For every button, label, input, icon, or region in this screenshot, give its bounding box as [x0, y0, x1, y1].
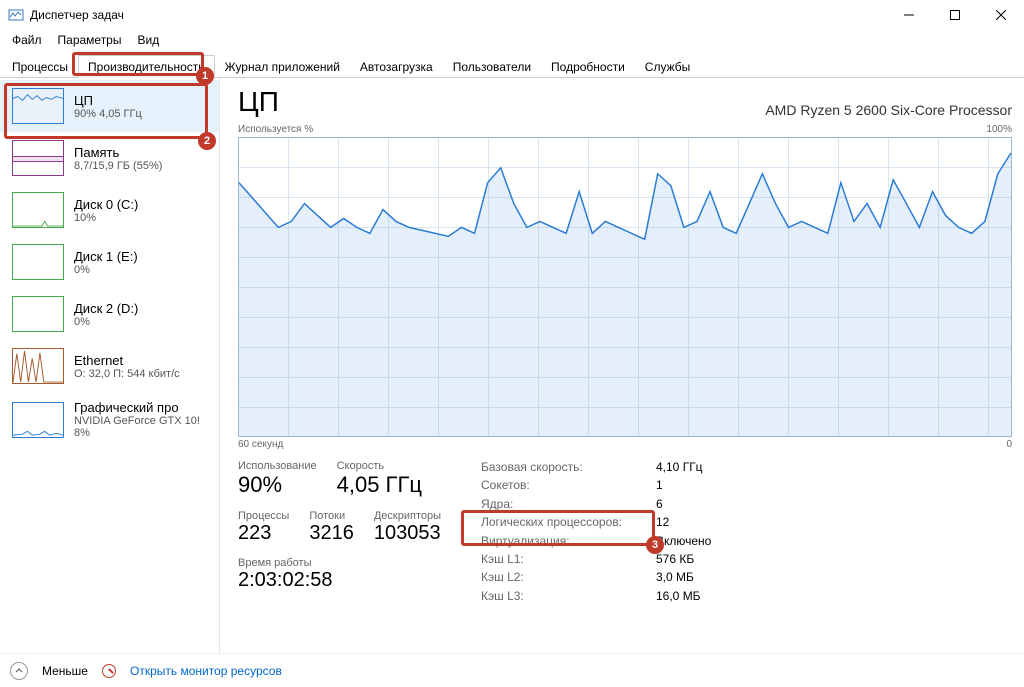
- cores-key: Ядра:: [481, 497, 656, 512]
- chart-ymax: 100%: [986, 124, 1012, 135]
- disk1-mini-chart-icon: [12, 244, 64, 280]
- collapse-chevron-icon[interactable]: [10, 662, 28, 680]
- stats-right: Базовая скорость:4,10 ГГц Сокетов:1 Ядра…: [481, 460, 746, 604]
- resource-monitor-icon: [102, 664, 116, 678]
- titlebar: Диспетчер задач: [0, 0, 1024, 30]
- sidebar-item-disk2[interactable]: Диск 2 (D:) 0%: [0, 288, 219, 340]
- sidebar-item-cpu[interactable]: ЦП 90% 4,05 ГГц: [0, 80, 219, 132]
- chart-xlabel-left: 60 секунд: [238, 439, 283, 450]
- page-title: ЦП: [238, 86, 279, 118]
- menu-options[interactable]: Параметры: [52, 31, 128, 49]
- sidebar-eth-sub: О: 32,0 П: 544 кбит/с: [74, 368, 180, 380]
- handles-label: Дескрипторы: [374, 510, 441, 522]
- virtualization-key: Виртуализация:: [481, 534, 656, 549]
- sidebar-disk1-title: Диск 1 (E:): [74, 249, 138, 264]
- sidebar-gpu-sub2: 8%: [74, 427, 200, 439]
- speed-label: Скорость: [337, 460, 422, 472]
- minimize-button[interactable]: [886, 0, 932, 30]
- threads-label: Потоки: [309, 510, 354, 522]
- footer: Меньше Открыть монитор ресурсов: [0, 653, 1024, 687]
- window-controls: [886, 0, 1024, 30]
- tab-users[interactable]: Пользователи: [443, 55, 541, 78]
- chart-xlabel-right: 0: [1006, 439, 1012, 450]
- usage-value: 90%: [238, 472, 317, 498]
- usage-label: Использование: [238, 460, 317, 472]
- sidebar-item-gpu[interactable]: Графический про NVIDIA GeForce GTX 10! 8…: [0, 392, 219, 447]
- app-icon: [8, 7, 24, 23]
- cache-l3-key: Кэш L3:: [481, 589, 656, 604]
- ethernet-mini-chart-icon: [12, 348, 64, 384]
- disk2-mini-chart-icon: [12, 296, 64, 332]
- sidebar: ЦП 90% 4,05 ГГц Память 8,7/15,9 ГБ (55%)…: [0, 78, 220, 654]
- sidebar-cpu-title: ЦП: [74, 93, 142, 108]
- uptime-label: Время работы: [238, 557, 333, 569]
- cache-l2-val: 3,0 МБ: [656, 570, 746, 585]
- base-speed-val: 4,10 ГГц: [656, 460, 746, 475]
- main-panel: ЦП AMD Ryzen 5 2600 Six-Core Processor И…: [220, 78, 1024, 654]
- fewer-details-button[interactable]: Меньше: [42, 664, 88, 678]
- sidebar-disk2-sub: 0%: [74, 316, 138, 328]
- chart-ylabel: Используется %: [238, 124, 313, 135]
- sidebar-eth-title: Ethernet: [74, 353, 180, 368]
- handles-value: 103053: [374, 522, 441, 545]
- content: ЦП 90% 4,05 ГГц Память 8,7/15,9 ГБ (55%)…: [0, 78, 1024, 654]
- sidebar-mem-sub: 8,7/15,9 ГБ (55%): [74, 160, 162, 172]
- sidebar-item-disk0[interactable]: Диск 0 (C:) 10%: [0, 184, 219, 236]
- callout-badge-1: 1: [196, 67, 214, 85]
- close-button[interactable]: [978, 0, 1024, 30]
- sidebar-item-memory[interactable]: Память 8,7/15,9 ГБ (55%): [0, 132, 219, 184]
- sidebar-gpu-sub: NVIDIA GeForce GTX 10!: [74, 415, 200, 427]
- cache-l1-key: Кэш L1:: [481, 552, 656, 567]
- virtualization-val: Включено: [656, 534, 746, 549]
- sockets-val: 1: [656, 478, 746, 493]
- base-speed-key: Базовая скорость:: [481, 460, 656, 475]
- window-title: Диспетчер задач: [30, 8, 124, 22]
- tab-processes[interactable]: Процессы: [2, 55, 78, 78]
- memory-mini-chart-icon: [12, 140, 64, 176]
- sidebar-item-disk1[interactable]: Диск 1 (E:) 0%: [0, 236, 219, 288]
- cpu-mini-chart-icon: [12, 88, 64, 124]
- open-resource-monitor-link[interactable]: Открыть монитор ресурсов: [130, 664, 282, 678]
- sidebar-gpu-title: Графический про: [74, 400, 200, 415]
- sidebar-mem-title: Память: [74, 145, 162, 160]
- processes-label: Процессы: [238, 510, 289, 522]
- disk0-mini-chart-icon: [12, 192, 64, 228]
- cpu-usage-chart[interactable]: [238, 137, 1012, 437]
- processes-value: 223: [238, 522, 289, 545]
- sidebar-cpu-sub: 90% 4,05 ГГц: [74, 108, 142, 120]
- sidebar-disk0-sub: 10%: [74, 212, 138, 224]
- tab-performance[interactable]: Производительность: [78, 55, 214, 78]
- tabs: Процессы Производительность Журнал прило…: [0, 52, 1024, 78]
- maximize-button[interactable]: [932, 0, 978, 30]
- uptime-value: 2:03:02:58: [238, 569, 333, 592]
- logical-proc-val: 12: [656, 515, 746, 530]
- stats: Использование90% Скорость4,05 ГГц Процес…: [238, 460, 1012, 604]
- callout-badge-3: 3: [646, 536, 664, 554]
- cache-l1-val: 576 КБ: [656, 552, 746, 567]
- cpu-model: AMD Ryzen 5 2600 Six-Core Processor: [765, 102, 1012, 118]
- sidebar-disk0-title: Диск 0 (C:): [74, 197, 138, 212]
- tab-details[interactable]: Подробности: [541, 55, 635, 78]
- sidebar-disk1-sub: 0%: [74, 264, 138, 276]
- tab-startup[interactable]: Автозагрузка: [350, 55, 443, 78]
- callout-badge-2: 2: [198, 132, 216, 150]
- tab-services[interactable]: Службы: [635, 55, 700, 78]
- tab-apphistory[interactable]: Журнал приложений: [215, 55, 350, 78]
- logical-proc-key: Логических процессоров:: [481, 515, 656, 530]
- cache-l2-key: Кэш L2:: [481, 570, 656, 585]
- menubar: Файл Параметры Вид: [0, 30, 1024, 50]
- speed-value: 4,05 ГГц: [337, 472, 422, 498]
- cache-l3-val: 16,0 МБ: [656, 589, 746, 604]
- menu-view[interactable]: Вид: [131, 31, 165, 49]
- sidebar-item-ethernet[interactable]: Ethernet О: 32,0 П: 544 кбит/с: [0, 340, 219, 392]
- menu-file[interactable]: Файл: [6, 31, 48, 49]
- cores-val: 6: [656, 497, 746, 512]
- stats-left: Использование90% Скорость4,05 ГГц Процес…: [238, 460, 441, 604]
- sidebar-disk2-title: Диск 2 (D:): [74, 301, 138, 316]
- sockets-key: Сокетов:: [481, 478, 656, 493]
- gpu-mini-chart-icon: [12, 402, 64, 438]
- threads-value: 3216: [309, 522, 354, 545]
